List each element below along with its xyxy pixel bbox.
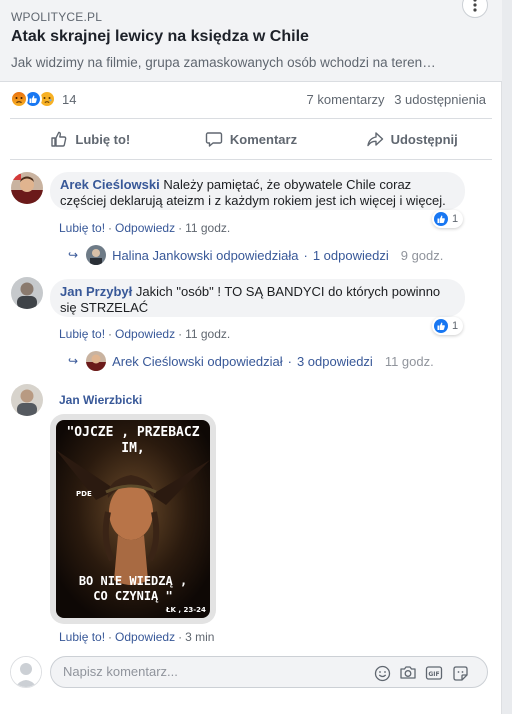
- comment-input[interactable]: [63, 664, 363, 679]
- avatar: [10, 656, 42, 688]
- image-caption-bottom-2: CO CZYNIĄ ": [93, 589, 172, 603]
- reply-count: 3 odpowiedzi: [296, 353, 373, 369]
- sticker-icon[interactable]: [451, 664, 469, 682]
- comment-like-link[interactable]: Lubię to!: [59, 630, 105, 644]
- comment-text-continued: częściej deklarują ateizm i z każdym rok…: [60, 193, 446, 208]
- comment-time[interactable]: 11 godz.: [185, 327, 230, 341]
- like-button[interactable]: Lubię to!: [10, 119, 171, 159]
- reaction-count: 14: [62, 91, 77, 107]
- comment-button[interactable]: Komentarz: [171, 119, 332, 159]
- gif-icon[interactable]: GIF: [425, 664, 443, 682]
- comment-author[interactable]: Jan Wierzbicki: [59, 393, 142, 407]
- image-content: "OJCZE , PRZEBACZ IM, PDE BO NIE WIEDZĄ …: [56, 420, 210, 618]
- comment-like-link[interactable]: Lubię to!: [59, 221, 105, 235]
- comment-text-continued: się STRZELAĆ: [60, 300, 149, 315]
- share-count[interactable]: 3 udostępnienia: [394, 92, 486, 107]
- comment-meta: Lubię to! · Odpowiedz · 11 godz.: [59, 327, 231, 341]
- more-icon[interactable]: [462, 0, 488, 18]
- avatar[interactable]: [11, 384, 43, 416]
- reply-time: 11 godz.: [384, 353, 434, 369]
- link-preview[interactable]: WPOLITYCE.PL Atak skrajnej lewicy na ksi…: [0, 0, 502, 82]
- like-icon: [434, 212, 448, 226]
- action-bar: Lubię to! Komentarz Udostępnij: [10, 118, 492, 160]
- link-source: WPOLITYCE.PL: [11, 10, 103, 24]
- share-arrow-icon: [366, 132, 383, 147]
- comment-reaction-badge[interactable]: 1: [432, 317, 464, 335]
- comment-share-counts: 7 komentarzy 3 udostępnienia: [301, 92, 486, 107]
- comment-image[interactable]: "OJCZE , PRZEBACZ IM, PDE BO NIE WIEDZĄ …: [50, 414, 216, 624]
- comment-bubble: Arek Cieślowski Należy pamiętać, że obyw…: [50, 172, 465, 210]
- comment-text: Jakich "osób" ! TO SĄ BANDYCI do których…: [135, 284, 441, 299]
- reply-count: 1 odpowiedzi: [312, 247, 389, 263]
- comment-reply-link[interactable]: Odpowiedz: [115, 221, 175, 235]
- comment-count[interactable]: 7 komentarzy: [307, 92, 385, 107]
- comment-author-row: Jan Wierzbicki: [59, 393, 142, 407]
- angry-reaction-icon: [10, 90, 28, 108]
- reply-who: Halina Jankowski odpowiedziała: [112, 247, 299, 263]
- comment-composer: GIF: [10, 652, 490, 692]
- comment-bubble: Jan Przybył Jakich "osób" ! TO SĄ BANDYC…: [50, 279, 465, 317]
- comment-input-wrapper: GIF: [50, 656, 488, 688]
- reaction-count: 1: [452, 320, 459, 332]
- view-replies[interactable]: ↪ Arek Cieślowski odpowiedział · 3 odpow…: [68, 351, 434, 371]
- camera-icon[interactable]: [399, 664, 417, 682]
- avatar: [86, 351, 107, 371]
- like-icon: [434, 319, 448, 333]
- comment-meta: Lubię to! · Odpowiedz · 11 godz.: [59, 221, 231, 235]
- reply-arrow-icon: ↪: [68, 248, 79, 262]
- speech-bubble-icon: [205, 132, 223, 147]
- share-button[interactable]: Udostępnij: [331, 119, 492, 159]
- comment-reply-link[interactable]: Odpowiedz: [115, 630, 175, 644]
- reply-arrow-icon: ↪: [68, 354, 79, 368]
- post-card: WPOLITYCE.PL Atak skrajnej lewicy na ksi…: [0, 0, 502, 714]
- image-caption-top-2: IM,: [121, 441, 144, 456]
- comment-text: Należy pamiętać, że obywatele Chile cora…: [163, 177, 412, 192]
- reaction-count: 1: [452, 213, 459, 225]
- comment-time[interactable]: 11 godz.: [185, 221, 230, 235]
- post-stats: 14 7 komentarzy 3 udostępnienia: [0, 84, 502, 116]
- image-watermark: PDE: [76, 490, 92, 498]
- reaction-summary[interactable]: 14: [10, 90, 76, 108]
- comment-author[interactable]: Jan Przybył: [60, 284, 132, 299]
- image-reference: ŁK , 23-24: [165, 606, 206, 614]
- share-label: Udostępnij: [390, 131, 458, 147]
- link-title[interactable]: Atak skrajnej lewicy na księdza w Chile: [11, 28, 309, 46]
- reply-time: 9 godz.: [400, 247, 444, 263]
- comment-author[interactable]: Arek Cieślowski: [60, 177, 160, 192]
- comment-reply-link[interactable]: Odpowiedz: [115, 327, 175, 341]
- svg-text:GIF: GIF: [428, 671, 439, 678]
- avatar[interactable]: [11, 277, 43, 309]
- link-description: Jak widzimy na filmie, grupa zamaskowany…: [11, 55, 436, 70]
- view-replies[interactable]: ↪ Halina Jankowski odpowiedziała · 1 odp…: [68, 245, 443, 265]
- comment-reaction-badge[interactable]: 1: [432, 210, 464, 228]
- emoji-icon[interactable]: [373, 664, 391, 682]
- avatar[interactable]: [11, 172, 43, 204]
- image-caption-top: "OJCZE , PRZEBACZ: [66, 425, 199, 440]
- thumb-up-icon: [51, 131, 67, 147]
- reply-who: Arek Cieślowski odpowiedział: [112, 353, 283, 369]
- comment-label: Komentarz: [229, 131, 298, 147]
- comment-meta: Lubię to! · Odpowiedz · 3 min: [59, 630, 215, 644]
- like-label: Lubię to!: [75, 131, 131, 147]
- comment-like-link[interactable]: Lubię to!: [59, 327, 105, 341]
- image-caption-bottom: BO NIE WIEDZĄ ,: [79, 574, 187, 588]
- avatar: [86, 245, 107, 265]
- comment-time[interactable]: 3 min: [185, 630, 214, 644]
